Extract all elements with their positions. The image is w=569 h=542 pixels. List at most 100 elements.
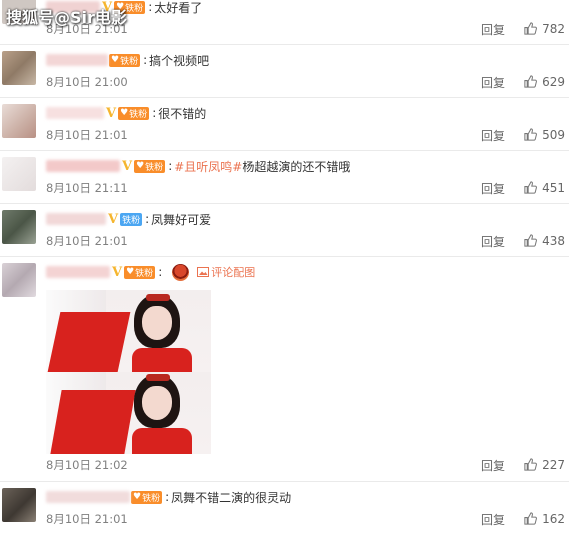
like-count: 509 — [542, 127, 565, 142]
like-button[interactable]: 438 — [523, 233, 565, 248]
face — [142, 306, 172, 340]
avatar[interactable] — [2, 210, 36, 244]
heart-icon: ♥ — [133, 492, 142, 502]
comment-time: 8月10日 21:01 — [46, 512, 128, 526]
colon: : — [168, 159, 173, 173]
comment-line: ♥ 铁粉 : 搞个视频吧 — [46, 52, 209, 68]
like-count: 438 — [542, 233, 565, 248]
thumbs-up-icon — [524, 234, 538, 247]
vip-v-icon: V — [122, 158, 133, 174]
comment-time: 8月10日 21:01 — [46, 128, 128, 142]
comment-text: 搞个视频吧 — [149, 53, 210, 68]
comment-text: 太好看了 — [154, 0, 203, 15]
comment-time: 8月10日 21:02 — [46, 458, 128, 472]
red-robe — [132, 428, 192, 454]
red-veil — [47, 312, 131, 372]
comment-line: V ♥ 铁粉 : 评论配图 — [46, 263, 255, 281]
avatar[interactable] — [2, 263, 36, 297]
comment-time: 8月10日 21:11 — [46, 181, 128, 195]
thumbs-up-icon — [524, 181, 538, 194]
fan-badge: ♥ 铁粉 — [134, 159, 166, 173]
like-button[interactable]: 451 — [523, 180, 565, 195]
image-frame — [46, 372, 211, 454]
avatar[interactable] — [2, 104, 36, 138]
heart-icon: ♥ — [120, 108, 129, 118]
username-blurred[interactable] — [46, 213, 106, 225]
comment-item: V ♥ 铁粉 : 很不错的 8月10日 21:01 回复 509 — [0, 98, 569, 151]
fan-badge: ♥ 铁粉 — [109, 53, 141, 67]
like-count: 451 — [542, 180, 565, 195]
comment-item: V 铁粉 : 凤舞好可爱 8月10日 21:01 回复 438 — [0, 204, 569, 257]
reply-button[interactable]: 回复 — [481, 74, 505, 91]
colon: : — [165, 490, 170, 504]
fan-badge-label: 铁粉 — [125, 3, 144, 14]
photo-link-label: 评论配图 — [211, 266, 256, 279]
like-button[interactable]: 782 — [523, 21, 565, 36]
like-count: 227 — [542, 457, 565, 472]
like-count: 782 — [542, 21, 565, 36]
comment-image[interactable] — [46, 290, 211, 454]
fan-badge: ♥ 铁粉 — [124, 265, 156, 279]
fan-badge-label: 铁粉 — [120, 56, 139, 67]
red-robe — [132, 348, 192, 372]
comment-line: V ♥ 铁粉 : 很不错的 — [46, 105, 206, 121]
emoji-sticker-icon — [172, 263, 190, 281]
colon: : — [148, 0, 153, 14]
fan-badge-label: 铁粉 — [129, 109, 148, 120]
colon: : — [158, 265, 163, 279]
thumbs-up-icon — [524, 512, 538, 525]
reply-button[interactable]: 回复 — [481, 21, 505, 38]
username-blurred[interactable] — [46, 266, 110, 278]
username-blurred[interactable] — [46, 160, 120, 172]
like-button[interactable]: 509 — [523, 127, 565, 142]
fan-badge-label: 铁粉 — [135, 268, 154, 279]
comment-line: V 铁粉 : 凤舞好可爱 — [46, 211, 211, 227]
comment-line: V ♥ 铁粉 : #且听凤鸣# 杨超越演的还不错哦 — [46, 158, 350, 174]
reply-button[interactable]: 回复 — [481, 511, 505, 528]
photo-icon — [197, 267, 210, 277]
topic-tag-link[interactable]: #且听凤鸣# — [174, 158, 242, 175]
watermark: 搜狐号@Sir电影 — [6, 8, 127, 27]
username-blurred[interactable] — [46, 107, 104, 119]
fan-badge-label: 铁粉 — [122, 215, 141, 226]
fan-badge: ♥ 铁粉 — [118, 106, 150, 120]
comment-text: 凤舞不错二演的很灵动 — [171, 490, 292, 505]
red-veil — [50, 390, 136, 454]
comment-photo-link[interactable]: 评论配图 — [197, 264, 255, 280]
vip-v-icon: V — [106, 105, 117, 121]
comment-item: ♥ 铁粉 : 凤舞不错二演的很灵动 8月10日 21:01 回复 162 — [0, 482, 569, 542]
thumbs-up-icon — [524, 22, 538, 35]
reply-button[interactable]: 回复 — [481, 180, 505, 197]
colon: : — [145, 212, 150, 226]
avatar[interactable] — [2, 51, 36, 85]
reply-button[interactable]: 回复 — [481, 127, 505, 144]
username-blurred[interactable] — [46, 54, 108, 66]
avatar[interactable] — [2, 157, 36, 191]
avatar[interactable] — [2, 488, 36, 522]
like-button[interactable]: 162 — [523, 511, 565, 526]
image-frame — [46, 290, 211, 372]
colon: : — [143, 53, 148, 67]
thumbs-up-icon — [524, 128, 538, 141]
like-count: 629 — [542, 74, 565, 89]
fan-badge-label: 铁粉 — [142, 493, 161, 504]
like-button[interactable]: 629 — [523, 74, 565, 89]
like-button[interactable]: 227 — [523, 457, 565, 472]
vip-v-icon: V — [112, 264, 123, 280]
comment-line: ♥ 铁粉 : 凤舞不错二演的很灵动 — [46, 489, 291, 505]
comment-text: 很不错的 — [158, 106, 207, 121]
username-blurred[interactable] — [46, 491, 130, 503]
comment-text: 凤舞好可爱 — [151, 212, 212, 227]
comment-item: ♥ 铁粉 : 搞个视频吧 8月10日 21:00 回复 629 — [0, 45, 569, 98]
vip-v-icon: V — [108, 211, 119, 227]
colon: : — [152, 106, 157, 120]
headpiece — [146, 294, 170, 301]
thumbs-up-icon — [524, 458, 538, 471]
heart-icon: ♥ — [111, 55, 120, 65]
heart-icon: ♥ — [136, 161, 145, 171]
reply-button[interactable]: 回复 — [481, 457, 505, 474]
thumbs-up-icon — [524, 75, 538, 88]
comment-time: 8月10日 21:01 — [46, 234, 128, 248]
reply-button[interactable]: 回复 — [481, 233, 505, 250]
comment-time: 8月10日 21:00 — [46, 75, 128, 89]
